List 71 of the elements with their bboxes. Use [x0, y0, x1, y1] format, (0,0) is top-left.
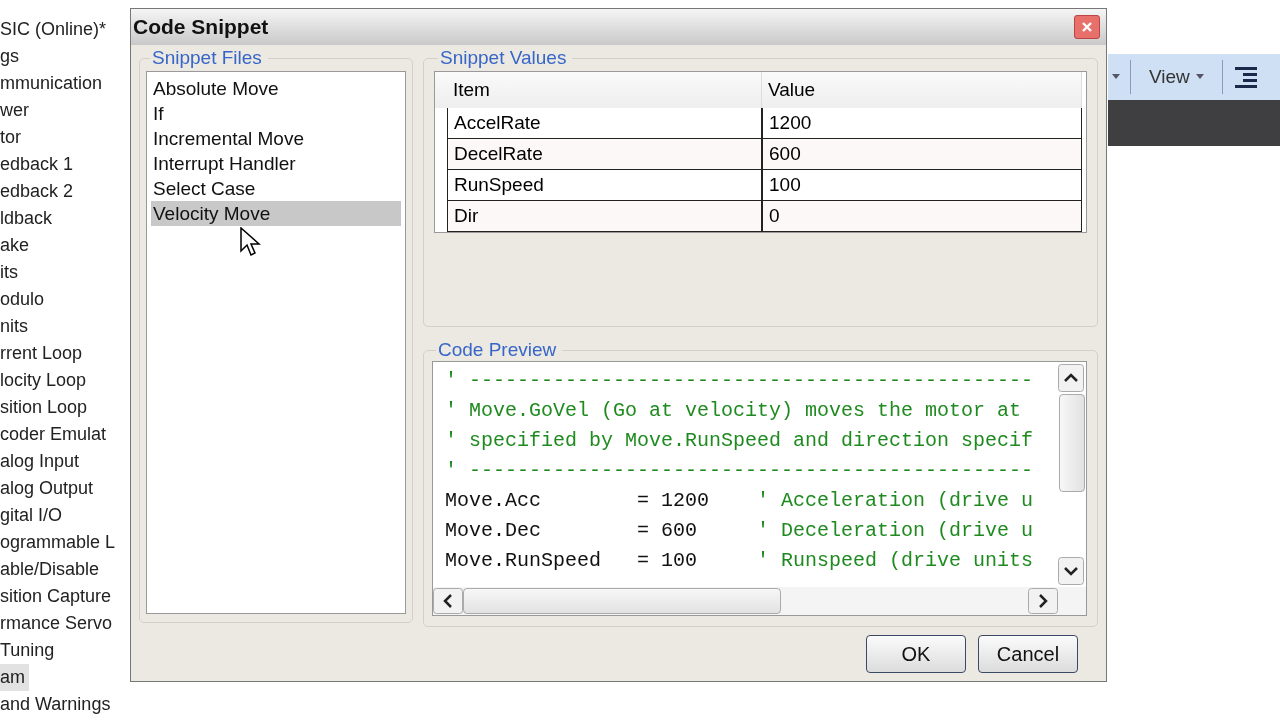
- tree-item[interactable]: able/Disable: [0, 556, 104, 583]
- list-item[interactable]: Velocity Move: [151, 201, 401, 226]
- close-button[interactable]: [1074, 15, 1100, 39]
- list-item[interactable]: Absolute Move: [151, 76, 401, 101]
- code-comment: ' -----------------------------------------------: [445, 459, 1034, 482]
- scroll-thumb[interactable]: [463, 588, 781, 614]
- tree-item[interactable]: tor: [0, 124, 25, 151]
- table-cell[interactable]: 0: [763, 201, 1081, 231]
- code-comment: ' specified by Move.RunSpeed and direction specif: [445, 429, 1034, 452]
- tree-item[interactable]: sition Loop: [0, 394, 92, 421]
- tree-item[interactable]: alog Output: [0, 475, 98, 502]
- cancel-button[interactable]: Cancel: [978, 635, 1078, 673]
- code-comment: ' Deceleration (drive u: [757, 519, 1034, 542]
- tree-item[interactable]: ogrammable L: [0, 529, 120, 556]
- horizontal-scrollbar[interactable]: [433, 587, 1086, 615]
- scroll-up-icon[interactable]: [1058, 364, 1084, 392]
- tree-item[interactable]: its: [0, 259, 22, 286]
- code-comment: ' Runspeed (drive units: [757, 549, 1034, 572]
- tree-item[interactable]: mmunication: [0, 70, 107, 97]
- table-cell[interactable]: 100: [763, 170, 1081, 200]
- column-header[interactable]: Value: [762, 72, 1082, 108]
- tree-item[interactable]: wer: [0, 97, 33, 124]
- list-item[interactable]: Incremental Move: [151, 126, 401, 151]
- tree-item[interactable]: nits: [0, 313, 32, 340]
- table-cell[interactable]: DecelRate: [448, 139, 763, 169]
- caret-icon[interactable]: [1112, 74, 1120, 80]
- vertical-scrollbar[interactable]: [1058, 362, 1086, 587]
- window-title: Code Snippet: [133, 15, 269, 39]
- scroll-right-icon[interactable]: [1028, 588, 1058, 614]
- view-menu[interactable]: View: [1141, 62, 1212, 92]
- tree-item[interactable]: coder Emulat: [0, 421, 111, 448]
- tree-item[interactable]: ldback: [0, 205, 57, 232]
- tree-item[interactable]: gital I/O: [0, 502, 67, 529]
- list-item[interactable]: If: [151, 101, 401, 126]
- tree-item[interactable]: Tuning: [0, 637, 59, 664]
- code-comment: ' -----------------------------------------------: [445, 369, 1034, 392]
- close-icon: [1081, 21, 1093, 33]
- group-title: Code Preview: [437, 339, 558, 361]
- tree-item[interactable]: edback 2: [0, 178, 78, 205]
- code-text: Move.Dec = 600: [445, 519, 699, 542]
- group-title: Snippet Files: [151, 47, 263, 69]
- code-comment: ' Move.GoVel (Go at velocity) moves the motor at: [445, 399, 1022, 422]
- code-text: Move.RunSpeed = 100: [445, 549, 699, 572]
- column-header[interactable]: Item: [447, 72, 762, 108]
- list-item[interactable]: Interrupt Handler: [151, 151, 401, 176]
- tree-item[interactable]: rmance Servo: [0, 610, 117, 637]
- tree-item[interactable]: rrent Loop: [0, 340, 87, 367]
- scroll-thumb[interactable]: [1059, 394, 1085, 492]
- tree-item[interactable]: and Warnings: [0, 691, 115, 718]
- tree-item[interactable]: edback 1: [0, 151, 78, 178]
- tree-item[interactable]: gs: [0, 43, 23, 70]
- tree-item[interactable]: locity Loop: [0, 367, 91, 394]
- group-title: Snippet Values: [439, 47, 568, 69]
- ok-button[interactable]: OK: [866, 635, 966, 673]
- tree-item[interactable]: SIC (Online)*: [0, 16, 111, 43]
- code-comment: ' Acceleration (drive u: [757, 489, 1034, 512]
- tree-item[interactable]: sition Capture: [0, 583, 116, 610]
- menu-icon[interactable]: [1232, 65, 1259, 89]
- scroll-down-icon[interactable]: [1058, 557, 1084, 585]
- table-cell[interactable]: 600: [763, 139, 1081, 169]
- tree-item[interactable]: ake: [0, 232, 34, 259]
- table-cell[interactable]: 1200: [763, 108, 1081, 138]
- list-item[interactable]: Select Case: [151, 176, 401, 201]
- table-cell[interactable]: Dir: [448, 201, 763, 231]
- code-text: Move.Acc = 1200: [445, 489, 711, 512]
- caret-icon: [1195, 74, 1204, 80]
- tree-item[interactable]: alog Input: [0, 448, 84, 475]
- scroll-left-icon[interactable]: [433, 588, 463, 614]
- tree-item[interactable]: odulo: [0, 286, 49, 313]
- tree-item[interactable]: am: [0, 664, 29, 691]
- pointer-icon: [240, 227, 262, 259]
